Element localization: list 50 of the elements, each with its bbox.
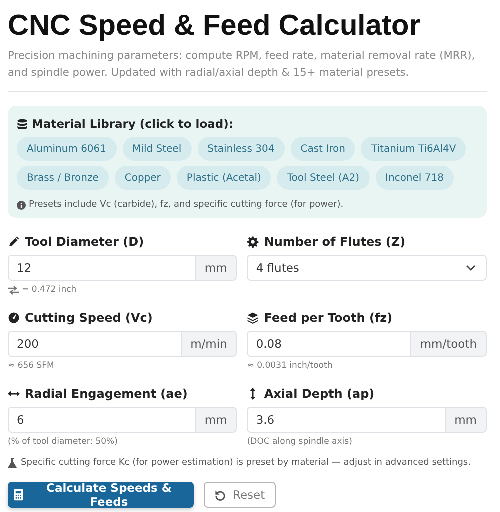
swap-icon (8, 286, 19, 294)
field-hint: (% of tool diameter: 50%) (8, 437, 118, 447)
layers-icon (247, 312, 260, 324)
unit-label: mm (446, 407, 487, 433)
field-hint: (DOC along spindle axis) (247, 437, 352, 447)
database-icon (17, 118, 28, 130)
calculate-button[interactable]: Calculate Speeds & Feeds (8, 482, 194, 508)
field-label: Radial Engagement (ae) (25, 387, 188, 401)
flutes-select[interactable]: 4 flutes (247, 255, 487, 281)
page-title: CNC Speed & Feed Calculator (8, 9, 422, 44)
input-field[interactable]: 6 (8, 407, 196, 433)
gear-icon (247, 236, 260, 248)
material-chip[interactable]: Titanium Ti6Al4V (361, 137, 466, 161)
field-label: Axial Depth (ap) (264, 387, 375, 401)
gauge-icon (8, 312, 20, 324)
material-chip[interactable]: Cast Iron (290, 137, 356, 161)
field-hint: = 0.472 inch (22, 285, 77, 295)
field-label: Number of Flutes (Z) (264, 235, 406, 249)
pencil-icon (8, 236, 20, 248)
field-label: Cutting Speed (Vc) (25, 311, 153, 325)
chevron-icon (466, 265, 476, 271)
material-chip[interactable]: Plastic (Acetal) (176, 166, 272, 190)
input-field[interactable]: 0.08 (247, 331, 412, 357)
field-label: Feed per Tooth (fz) (264, 311, 393, 325)
input-field[interactable]: 200 (8, 331, 182, 357)
unit-label: mm (196, 407, 238, 433)
library-note: Presets include Vc (carbide), fz, and specific cutting force (for power). (29, 200, 344, 210)
reset-button[interactable]: Reset (204, 482, 276, 508)
settings-note: Specific cutting force Kc (for power estimation) is preset by material — adjust in advanced settings. (21, 458, 471, 468)
material-chip[interactable]: Aluminum 6061 (17, 137, 117, 161)
unit-label: mm (196, 255, 238, 281)
calculator-icon (14, 489, 24, 501)
library-heading: Material Library (click to load): (32, 117, 234, 131)
field-label: Tool Diameter (D) (25, 235, 144, 249)
field-hint: ≈ 0.0031 inch/tooth (247, 361, 333, 371)
material-chip[interactable]: Stainless 304 (198, 137, 285, 161)
page-description: Precision machining parameters: compute RPM, feed rate, material removal rate (MRR), and spindle power. Updated with radial/axial depth & 15+ material presets. (8, 49, 476, 81)
input-field[interactable]: 3.6 (247, 407, 446, 433)
material-chip[interactable]: Tool Steel (A2) (277, 166, 370, 190)
material-chip[interactable]: Mild Steel (122, 137, 192, 161)
unit-label: m/min (182, 331, 238, 357)
material-chip[interactable]: Copper (114, 166, 171, 190)
field-hint: ≈ 656 SFM (8, 361, 54, 371)
info-icon (17, 200, 26, 210)
material-chip[interactable]: Inconel 718 (376, 166, 454, 190)
undo-icon (215, 490, 226, 500)
input-field[interactable]: 12 (8, 255, 196, 281)
unit-label: mm/tooth (411, 331, 487, 357)
material-chip[interactable]: Brass / Bronze (17, 166, 109, 190)
flask-icon (8, 458, 17, 468)
